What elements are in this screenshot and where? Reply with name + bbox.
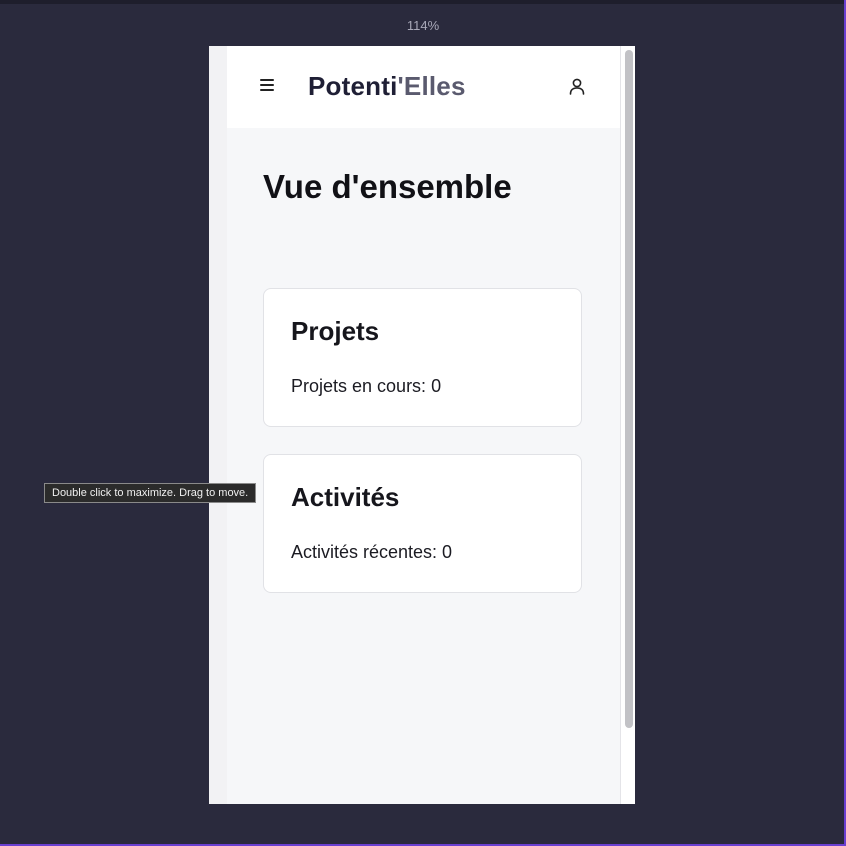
- frame-left-shade: [209, 46, 227, 804]
- zoom-level-label: 114%: [406, 18, 440, 33]
- scrollbar-thumb[interactable]: [625, 50, 633, 728]
- device-frame[interactable]: Potenti'Elles Vue d'ensemble Projets Pro…: [209, 46, 635, 804]
- page-title: Vue d'ensemble: [263, 168, 512, 205]
- activities-card-title: Activités: [291, 482, 400, 512]
- vertical-scrollbar[interactable]: [620, 46, 635, 804]
- app-header: Potenti'Elles: [227, 46, 620, 128]
- user-profile-icon[interactable]: [569, 77, 585, 97]
- brand-name-main: Potenti: [308, 71, 398, 101]
- activities-count-text: Activités récentes: 0: [291, 542, 453, 562]
- brand-name-accent: 'Elles: [397, 71, 466, 101]
- projects-count-text: Projets en cours: 0: [291, 376, 442, 396]
- viewer-top-bar: [0, 0, 846, 4]
- hamburger-menu-icon[interactable]: [260, 79, 276, 93]
- window-move-tooltip: Double click to maximize. Drag to move.: [44, 483, 257, 503]
- brand-logo[interactable]: Potenti'Elles: [308, 71, 466, 102]
- main-content: Vue d'ensemble Projets Projets en cours:…: [227, 128, 620, 804]
- activities-card: Activités Activités récentes: 0: [263, 454, 582, 593]
- projects-card-title: Projets: [291, 316, 380, 346]
- projects-card: Projets Projets en cours: 0: [263, 288, 582, 427]
